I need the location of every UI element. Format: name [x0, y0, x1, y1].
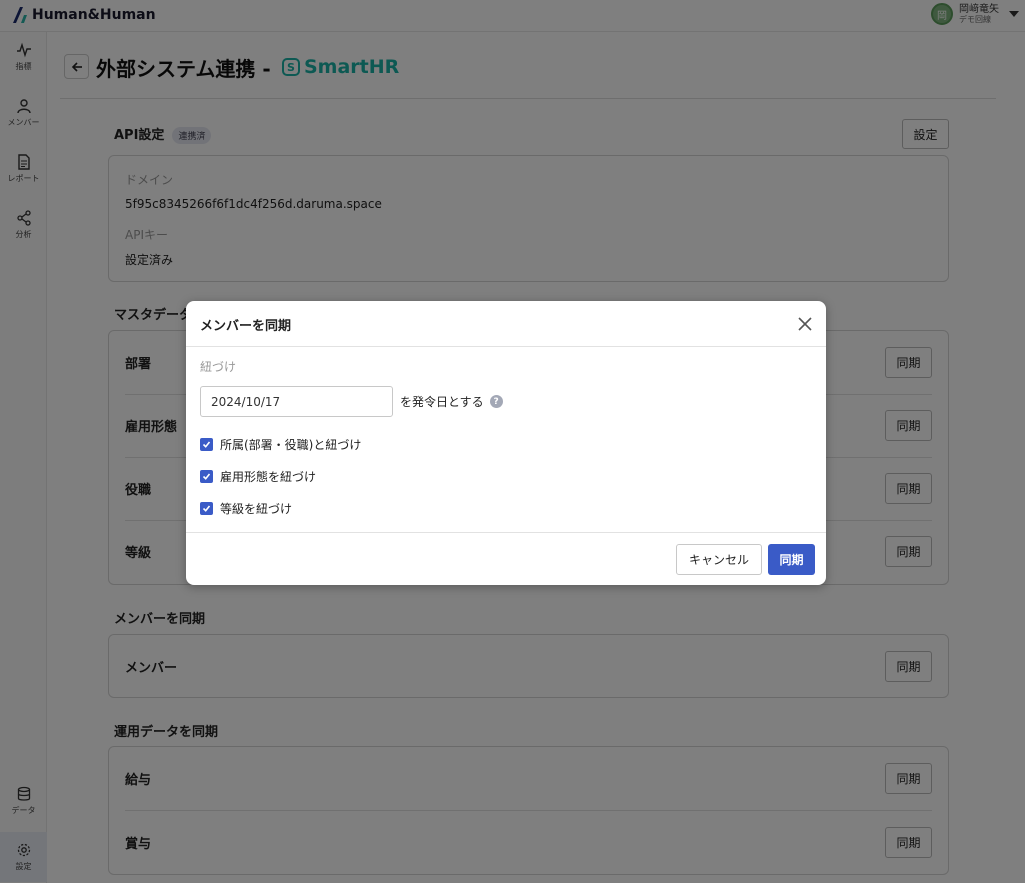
checkbox-checked-icon [200, 470, 213, 483]
link-grade-checkbox[interactable]: 等級を紐づけ [200, 500, 292, 517]
date-suffix: を発令日とする ? [400, 393, 503, 410]
dialog-footer: キャンセル 同期 [186, 532, 826, 585]
date-suffix-text: を発令日とする [400, 395, 484, 409]
dialog-title: メンバーを同期 [200, 319, 292, 334]
checkbox-label: 等級を紐づけ [220, 502, 293, 516]
checkbox-checked-icon [200, 438, 213, 451]
close-icon [798, 317, 812, 331]
close-button[interactable] [794, 313, 816, 335]
help-icon[interactable]: ? [489, 395, 503, 408]
confirm-sync-button[interactable]: 同期 [768, 544, 815, 575]
cancel-button[interactable]: キャンセル [676, 544, 762, 575]
link-employment-type-checkbox[interactable]: 雇用形態を紐づけ [200, 468, 316, 485]
link-department-checkbox[interactable]: 所属(部署・役職)と紐づけ [200, 436, 361, 453]
checkbox-label: 雇用形態を紐づけ [220, 470, 317, 484]
checkbox-checked-icon [200, 502, 213, 515]
link-section-label: 紐づけ [200, 360, 237, 374]
dialog-header: メンバーを同期 [186, 301, 826, 347]
checkbox-label: 所属(部署・役職)と紐づけ [220, 438, 362, 452]
sync-members-dialog: メンバーを同期 紐づけ を発令日とする ? 所属(部署・役職)と紐づけ 雇用形態… [186, 301, 826, 585]
effective-date-input[interactable] [200, 386, 393, 417]
